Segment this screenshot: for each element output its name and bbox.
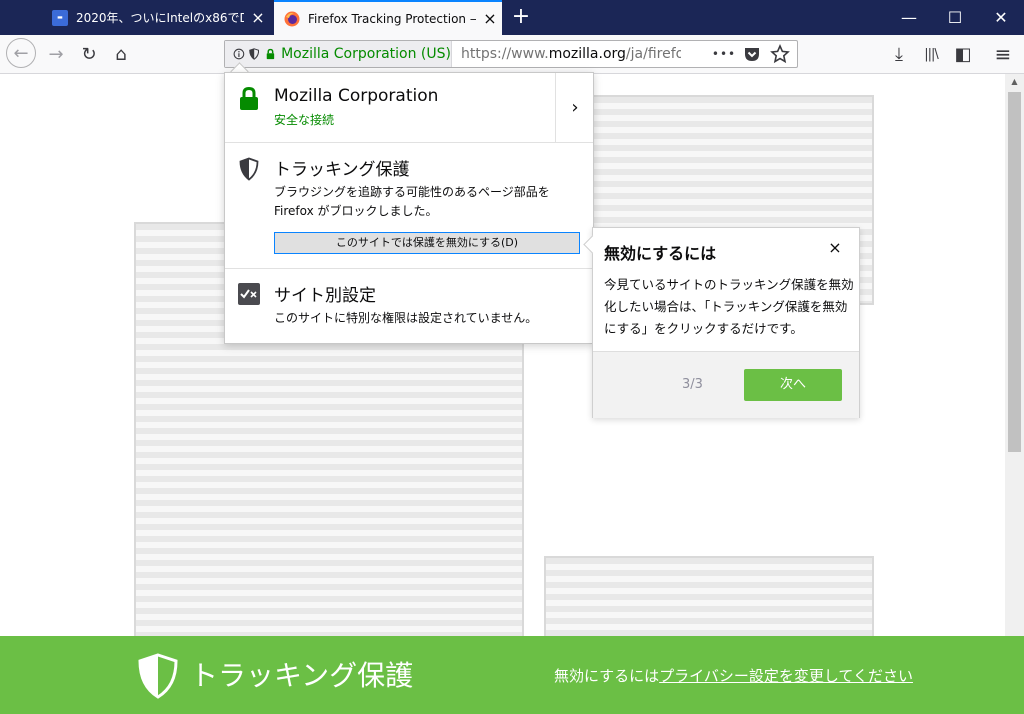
tab-firefox-tracking-protection[interactable]: Firefox Tracking Protection — Mozilla × [274, 0, 502, 35]
lock-icon [266, 48, 275, 60]
identity-label: Mozilla Corporation (US) [281, 46, 451, 62]
info-icon[interactable] [233, 46, 245, 62]
site-favicon-icon: ▬ [52, 9, 68, 26]
identity-section: Mozilla Corporation 安全な接続 › [225, 73, 593, 142]
connection-status: 安全な接続 [274, 113, 335, 127]
downloads-icon[interactable]: ⤓ [883, 38, 915, 70]
tracking-protection-banner: トラッキング保護 無効にするにはプライバシー設定を変更してください [0, 636, 1024, 714]
title-bar: ▬ 2020年、ついにIntelのx86でDOS/V × Firefox Tra… [0, 0, 1024, 35]
more-info-button[interactable]: › [555, 73, 594, 142]
banner-title: トラッキング保護 [190, 659, 414, 692]
menu-icon[interactable]: ≡ [987, 38, 1019, 70]
bookmark-star-icon[interactable] [768, 43, 792, 65]
scroll-up-icon[interactable]: ▲ [1005, 74, 1024, 90]
permissions-description: このサイトに特別な権限は設定されていません。 [274, 311, 538, 325]
identity-box[interactable]: Mozilla Corporation (US) [225, 41, 452, 67]
tooltip-title: 無効にするには [604, 244, 717, 263]
next-button[interactable]: 次へ [744, 369, 842, 401]
maximize-button[interactable]: ☐ [932, 0, 978, 35]
forward-button[interactable]: → [40, 38, 72, 70]
permissions-icon [238, 283, 260, 305]
close-window-button[interactable]: ✕ [978, 0, 1024, 35]
firefox-icon [284, 11, 300, 26]
disable-protection-button[interactable]: このサイトでは保護を無効にする(D) [274, 232, 580, 254]
pocket-icon[interactable] [740, 43, 764, 65]
banner-text: 無効にするにはプライバシー設定を変更してください [554, 667, 913, 685]
new-tab-button[interactable]: + [508, 4, 534, 30]
privacy-settings-link[interactable]: プライバシー設定を変更してください [659, 667, 913, 685]
shield-icon [138, 653, 178, 699]
step-counter: 3/3 [682, 377, 703, 392]
lock-icon [240, 87, 258, 110]
tracking-title: トラッキング保護 [274, 160, 410, 180]
url-text[interactable]: https://www.mozilla.org/ja/firefox/ [461, 46, 681, 62]
navigation-toolbar: ← → ↻ ⌂ Mozilla Corporation (US) https:/… [0, 35, 1024, 74]
permissions-title: サイト別設定 [274, 286, 376, 306]
tab-dosv-article[interactable]: ▬ 2020年、ついにIntelのx86でDOS/V × [42, 0, 272, 35]
placeholder-block [544, 556, 874, 642]
scrollbar[interactable]: ▲ [1005, 74, 1024, 636]
back-button[interactable]: ← [6, 38, 36, 68]
sidebar-icon[interactable]: ◧ [947, 38, 979, 70]
url-bar[interactable]: Mozilla Corporation (US) https://www.moz… [224, 40, 798, 68]
tab-title: Firefox Tracking Protection — Mozilla [308, 11, 476, 26]
tracking-description: ブラウジングを追跡する可能性のあるページ部品を Firefox がブロックしまし… [274, 185, 550, 218]
minimize-button[interactable]: — [886, 0, 932, 35]
org-name: Mozilla Corporation [274, 86, 439, 106]
shield-icon[interactable] [249, 46, 259, 62]
tab-close-icon[interactable]: × [248, 8, 268, 27]
tooltip-body: 今見ているサイトのトラッキング保護を無効化したい場合は、「トラッキング保護を無効… [604, 277, 854, 336]
onboarding-tooltip: 無効にするには × 今見ているサイトのトラッキング保護を無効化したい場合は、「ト… [592, 227, 860, 418]
home-button[interactable]: ⌂ [105, 38, 137, 70]
permissions-section: サイト別設定 このサイトに特別な権限は設定されていません。 [225, 268, 593, 345]
scrollbar-thumb[interactable] [1008, 92, 1021, 452]
tooltip-footer: 3/3 次へ [593, 351, 859, 418]
tracking-section: トラッキング保護 ブラウジングを追跡する可能性のあるページ部品を Firefox… [225, 142, 593, 269]
tab-title: 2020年、ついにIntelのx86でDOS/V [76, 11, 244, 25]
tab-close-icon[interactable]: × [480, 9, 500, 28]
reload-button[interactable]: ↻ [73, 38, 105, 70]
chevron-right-icon: › [571, 97, 579, 118]
shield-icon [239, 157, 259, 181]
page-actions-icon[interactable]: ••• [712, 43, 736, 65]
close-icon[interactable]: × [825, 238, 845, 258]
library-icon[interactable]: |||\ [915, 38, 947, 70]
identity-popup: Mozilla Corporation 安全な接続 › トラッキング保護 ブラウ… [224, 72, 594, 344]
